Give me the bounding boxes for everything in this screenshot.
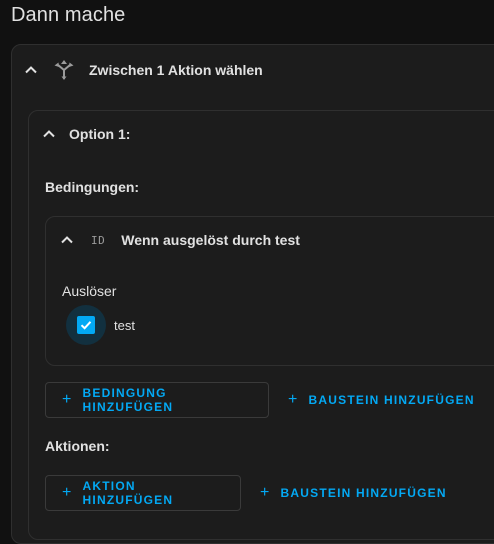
choose-action-header[interactable]: Zwischen 1 Aktion wählen xyxy=(24,58,263,82)
trigger-checkbox[interactable] xyxy=(66,305,106,345)
add-condition-button[interactable]: + Bedingung hinzufügen xyxy=(45,382,269,418)
add-action-label: Aktion hinzufügen xyxy=(82,479,174,507)
actions-label: Aktionen: xyxy=(45,438,110,454)
chevron-up-icon[interactable] xyxy=(42,127,56,141)
checkbox-checked-icon[interactable] xyxy=(77,316,95,334)
chevron-up-icon[interactable] xyxy=(60,233,74,247)
plus-icon: + xyxy=(62,484,73,501)
add-building-block-label: Baustein hinzufügen xyxy=(308,393,475,407)
arrow-decision-icon xyxy=(53,59,75,81)
conditions-label: Bedingungen: xyxy=(45,179,140,195)
option-title: Option 1: xyxy=(69,126,131,142)
plus-icon: + xyxy=(260,484,271,501)
page-title: Dann mache xyxy=(11,4,126,26)
id-icon: ID xyxy=(91,233,106,247)
add-action-button[interactable]: + Aktion hinzufügen xyxy=(45,475,241,511)
chevron-up-icon[interactable] xyxy=(24,63,38,77)
condition-title: Wenn ausgelöst durch test xyxy=(121,232,300,248)
trigger-label: Auslöser xyxy=(62,283,117,299)
add-building-block-button[interactable]: + Baustein hinzufügen xyxy=(274,382,489,418)
add-condition-label: Bedingung hinzufügen xyxy=(82,386,174,414)
option-header[interactable]: Option 1: xyxy=(42,124,130,144)
add-building-block-label: Baustein hinzufügen xyxy=(280,486,447,500)
condition-header[interactable]: ID Wenn ausgelöst durch test xyxy=(60,230,300,250)
plus-icon: + xyxy=(62,391,73,408)
add-building-block-button[interactable]: + Baustein hinzufügen xyxy=(246,475,461,511)
choose-action-title: Zwischen 1 Aktion wählen xyxy=(89,62,263,78)
plus-icon: + xyxy=(288,391,299,408)
trigger-option-label[interactable]: test xyxy=(114,318,135,333)
